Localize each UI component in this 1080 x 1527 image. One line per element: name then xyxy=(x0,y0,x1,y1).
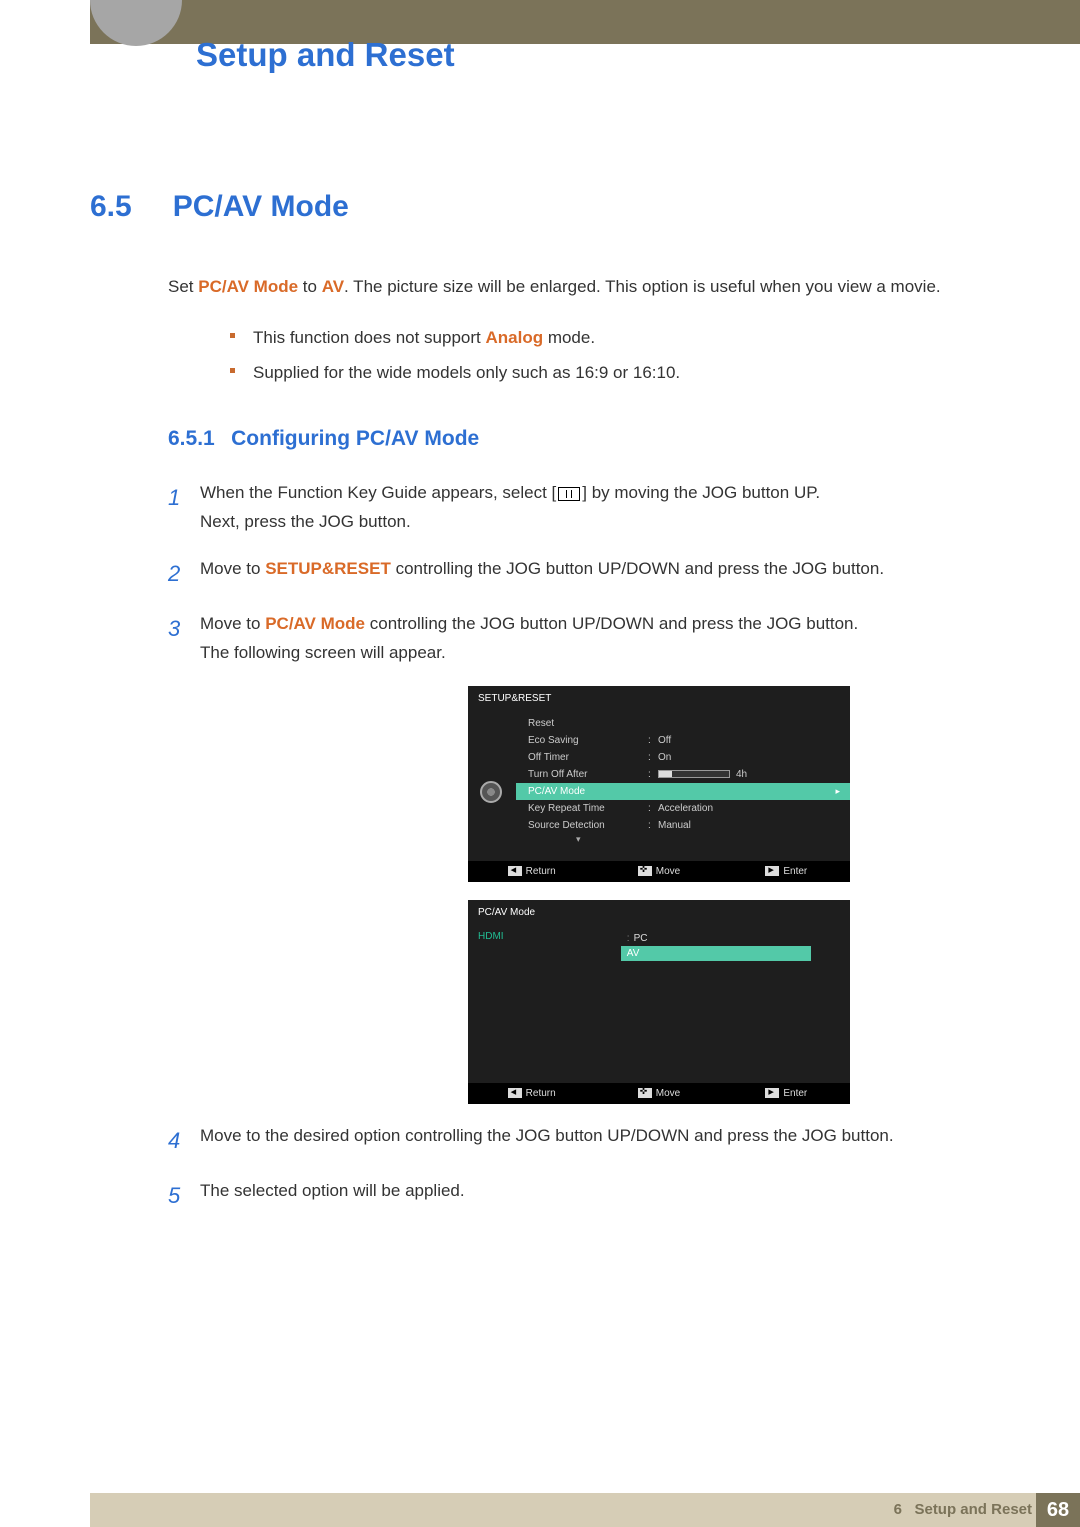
osd-move: Move xyxy=(595,1088,722,1099)
step-item: 3 Move to PC/AV Mode controlling the JOG… xyxy=(168,610,990,668)
steps-list: 1 When the Function Key Guide appears, s… xyxy=(168,479,990,1215)
osd-return: Return xyxy=(468,866,595,877)
step-number: 3 xyxy=(168,610,200,647)
osd-options: :PC AV xyxy=(621,931,811,961)
osd-setup-reset: SETUP&RESET Reset Eco Saving:Off Off Tim… xyxy=(468,686,850,882)
step-number: 4 xyxy=(168,1122,200,1159)
osd-title: PC/AV Mode xyxy=(468,900,850,925)
gear-icon xyxy=(480,781,502,803)
osd-move: Move xyxy=(595,866,722,877)
osd-row: Eco Saving:Off xyxy=(516,732,850,749)
return-icon xyxy=(508,1088,522,1098)
bullet-icon xyxy=(230,368,235,373)
section-number: 6.5 xyxy=(90,190,168,224)
menu-icon xyxy=(558,487,580,501)
osd-row: Source Detection:Manual xyxy=(516,817,850,834)
footer-chapter: 6 Setup and Reset xyxy=(894,1501,1032,1518)
move-icon xyxy=(638,1088,652,1098)
osd-row: Key Repeat Time:Acceleration xyxy=(516,800,850,817)
slider xyxy=(658,770,730,778)
osd-option-selected: AV xyxy=(621,946,811,961)
osd-title: SETUP&RESET xyxy=(468,686,850,711)
subsection-heading: 6.5.1 Configuring PC/AV Mode xyxy=(168,427,990,451)
move-icon xyxy=(638,866,652,876)
section-title: PC/AV Mode xyxy=(173,190,349,223)
osd-enter: Enter xyxy=(723,866,850,877)
step-item: 4 Move to the desired option controlling… xyxy=(168,1122,990,1159)
osd-return: Return xyxy=(468,1088,595,1099)
osd-enter: Enter xyxy=(723,1088,850,1099)
osd-input-label: HDMI xyxy=(478,931,618,942)
chapter-title: Setup and Reset xyxy=(196,36,455,74)
osd-row: Reset xyxy=(516,715,850,732)
section-heading: 6.5 PC/AV Mode xyxy=(90,190,990,224)
osd-pcav-mode: PC/AV Mode HDMI :PC AV Return Move Enter xyxy=(468,900,850,1104)
setup-reset-term: SETUP&RESET xyxy=(265,559,391,578)
step-number: 2 xyxy=(168,555,200,592)
note-list: This function does not support Analog mo… xyxy=(230,326,990,386)
step-item: 1 When the Function Key Guide appears, s… xyxy=(168,479,990,537)
analog-term: Analog xyxy=(485,328,543,347)
note-item: This function does not support Analog mo… xyxy=(230,326,990,350)
step-number: 5 xyxy=(168,1177,200,1214)
subsection-number: 6.5.1 xyxy=(168,427,215,450)
page-number: 68 xyxy=(1036,1493,1080,1527)
osd-row-highlight: PC/AV Mode▸ xyxy=(516,783,850,800)
osd-option: :PC xyxy=(621,931,811,946)
chevron-right-icon: ▸ xyxy=(835,786,840,797)
step-number: 1 xyxy=(168,479,200,516)
pcav-term: PC/AV Mode xyxy=(198,277,298,296)
subsection-title: Configuring PC/AV Mode xyxy=(219,427,479,450)
av-term: AV xyxy=(322,277,344,296)
enter-icon xyxy=(765,1088,779,1098)
chevron-down-icon: ▾ xyxy=(516,834,850,845)
bullet-icon xyxy=(230,333,235,338)
osd-footer: Return Move Enter xyxy=(468,861,850,882)
footer-bar: 6 Setup and Reset 68 xyxy=(90,1493,1080,1527)
return-icon xyxy=(508,866,522,876)
pcav-term: PC/AV Mode xyxy=(265,614,365,633)
osd-footer: Return Move Enter xyxy=(468,1083,850,1104)
step-item: 5 The selected option will be applied. xyxy=(168,1177,990,1214)
intro-paragraph: Set PC/AV Mode to AV. The picture size w… xyxy=(168,274,990,300)
osd-figures: SETUP&RESET Reset Eco Saving:Off Off Tim… xyxy=(468,686,990,1104)
note-item: Supplied for the wide models only such a… xyxy=(230,361,990,385)
osd-row: Off Timer:On xyxy=(516,749,850,766)
content-area: 6.5 PC/AV Mode Set PC/AV Mode to AV. The… xyxy=(90,190,990,1233)
enter-icon xyxy=(765,866,779,876)
osd-row: Turn Off After:4h xyxy=(516,766,850,783)
step-item: 2 Move to SETUP&RESET controlling the JO… xyxy=(168,555,990,592)
